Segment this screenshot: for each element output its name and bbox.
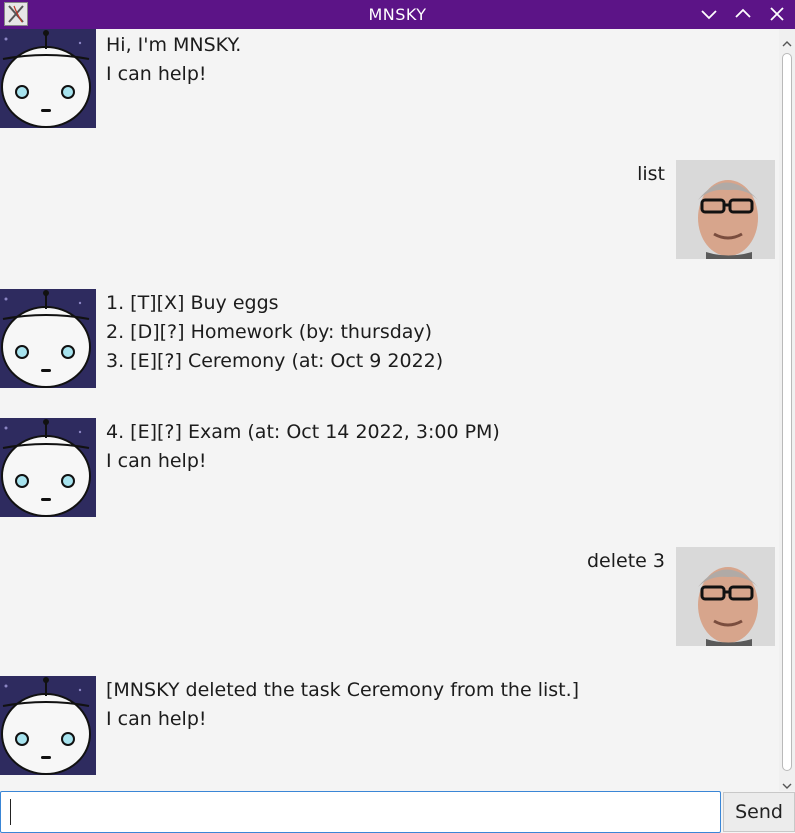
bot-avatar — [0, 676, 99, 775]
message-input[interactable] — [0, 791, 721, 833]
chat-dialog-area[interactable]: Hi, I'm MNSKY. I can help! list 1. [T][X… — [0, 29, 779, 791]
message-line: 1. [T][X] Buy eggs — [106, 292, 279, 314]
bot-message-text: 4. [E][?] Exam (at: Oct 14 2022, 3:00 PM… — [106, 418, 500, 476]
user-avatar — [676, 160, 775, 259]
bot-message-text: Hi, I'm MNSKY. I can help! — [106, 31, 241, 89]
send-button[interactable]: Send — [723, 792, 795, 832]
scroll-down-icon[interactable] — [781, 777, 793, 789]
message-line: [MNSKY deleted the task Ceremony from th… — [106, 679, 580, 701]
bot-avatar — [0, 289, 99, 388]
bot-avatar — [0, 29, 99, 128]
scrollbar-thumb[interactable] — [782, 53, 792, 771]
bot-message-text: [MNSKY deleted the task Ceremony from th… — [106, 676, 579, 734]
message-line: Hi, I'm MNSKY. — [106, 34, 242, 56]
input-row: Send — [0, 791, 795, 833]
user-message-text: delete 3 — [587, 547, 665, 576]
message-line: delete 3 — [587, 550, 665, 572]
window-title: MNSKY — [368, 5, 427, 24]
close-icon[interactable] — [766, 3, 788, 25]
maximize-icon[interactable] — [732, 3, 754, 25]
message-line: 4. [E][?] Exam (at: Oct 14 2022, 3:00 PM… — [106, 421, 500, 443]
bot-avatar — [0, 418, 99, 517]
message-line: 2. [D][?] Homework (by: thursday) — [106, 321, 433, 343]
bot-message-text: 1. [T][X] Buy eggs 2. [D][?] Homework (by… — [106, 289, 443, 376]
window-titlebar: MNSKY — [0, 0, 795, 29]
scroll-up-icon[interactable] — [781, 35, 793, 47]
text-caret — [10, 799, 11, 825]
message-line: list — [637, 163, 665, 185]
user-avatar — [676, 547, 775, 646]
message-line: 3. [E][?] Ceremony (at: Oct 9 2022) — [106, 350, 444, 372]
vertical-scrollbar[interactable] — [779, 29, 795, 791]
message-line: I can help! — [106, 63, 207, 85]
minimize-icon[interactable] — [698, 3, 720, 25]
user-message-text: list — [637, 160, 665, 189]
message-line: I can help! — [106, 450, 207, 472]
message-line: I can help! — [106, 708, 207, 730]
